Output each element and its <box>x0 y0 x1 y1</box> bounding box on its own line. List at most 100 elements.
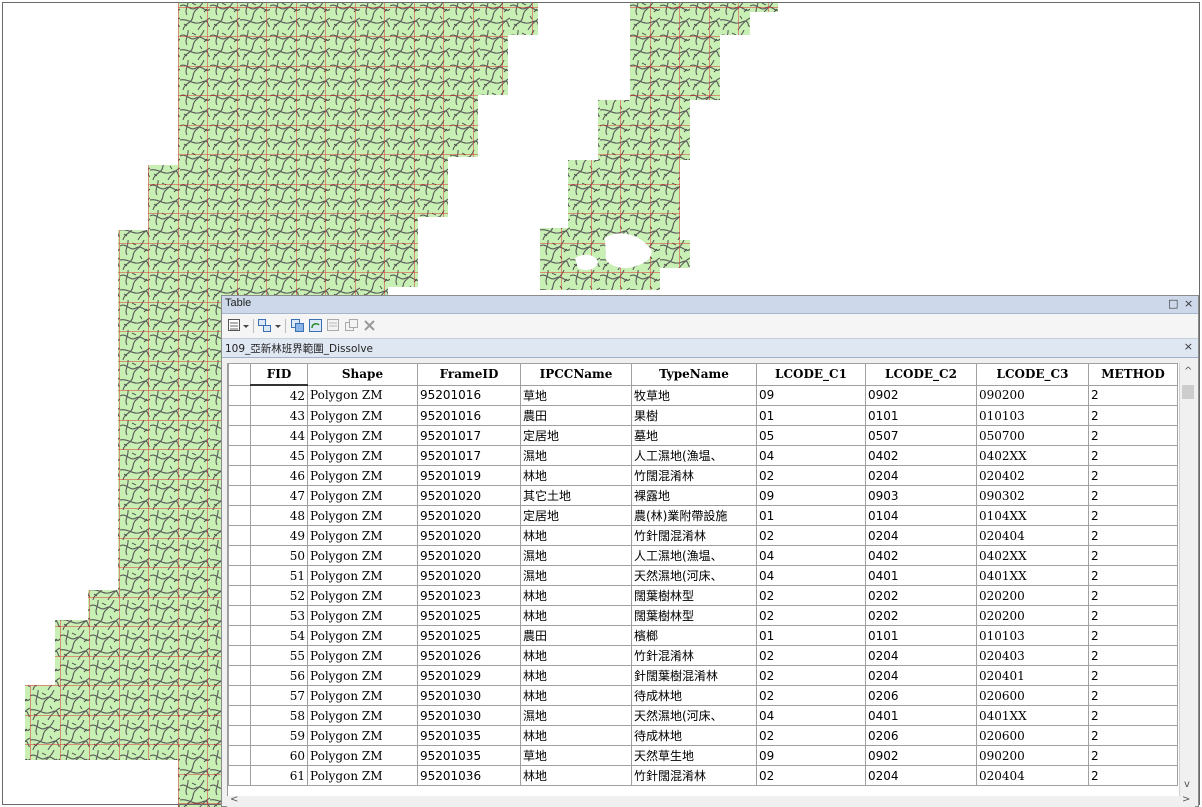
cell-ipccname[interactable]: 林地 <box>520 605 632 626</box>
cell-frameid[interactable]: 95201020 <box>417 525 521 546</box>
cell-method[interactable]: 2 <box>1088 465 1178 486</box>
cell-typename[interactable]: 天然濕地(河床、 <box>631 705 757 726</box>
table-row[interactable]: 57 Polygon ZM 95201030 林地 待成林地 02 0206 020600 2 <box>228 685 1178 706</box>
cell-lcode-c3[interactable]: 020600 <box>976 725 1089 746</box>
cell-lcode-c2[interactable]: 0903 <box>865 485 977 506</box>
cell-lcode-c1[interactable]: 02 <box>756 605 866 626</box>
cell-shape[interactable]: Polygon ZM <box>307 725 418 746</box>
table-row[interactable]: 49 Polygon ZM 95201020 林地 竹針闊混淆林 02 0204 020404… <box>228 525 1178 546</box>
row-selector[interactable] <box>228 405 251 426</box>
cell-lcode-c1[interactable]: 09 <box>756 384 866 406</box>
cell-lcode-c2[interactable]: 0204 <box>865 525 977 546</box>
cell-fid[interactable]: 51 <box>250 565 308 586</box>
row-selector[interactable] <box>228 525 251 546</box>
cell-shape[interactable]: Polygon ZM <box>307 605 418 626</box>
cell-lcode-c2[interactable]: 0204 <box>865 645 977 666</box>
table-row[interactable]: 58 Polygon ZM 95201030 濕地 天然濕地(河床、 04 0401 0401… <box>228 705 1178 726</box>
cell-fid[interactable]: 57 <box>250 685 308 706</box>
cell-method[interactable]: 2 <box>1088 585 1178 606</box>
row-selector[interactable] <box>228 685 251 706</box>
row-selector[interactable] <box>228 745 251 766</box>
cell-lcode-c2[interactable]: 0507 <box>865 425 977 446</box>
cell-frameid[interactable]: 95201019 <box>417 465 521 486</box>
cell-frameid[interactable]: 95201017 <box>417 445 521 466</box>
cell-lcode-c3[interactable]: 020600 <box>976 685 1089 706</box>
cell-ipccname[interactable]: 林地 <box>520 645 632 666</box>
cell-lcode-c2[interactable]: 0101 <box>865 405 977 426</box>
cell-method[interactable]: 2 <box>1088 485 1178 506</box>
cell-shape[interactable]: Polygon ZM <box>307 525 418 546</box>
cell-fid[interactable]: 44 <box>250 425 308 446</box>
cell-frameid[interactable]: 95201025 <box>417 605 521 626</box>
cell-method[interactable]: 2 <box>1088 405 1178 426</box>
table-row[interactable]: 53 Polygon ZM 95201025 林地 闊葉樹林型 02 0202 020200 2 <box>228 605 1178 626</box>
cell-lcode-c3[interactable]: 020200 <box>976 605 1089 626</box>
cell-shape[interactable]: Polygon ZM <box>307 645 418 666</box>
cell-lcode-c2[interactable]: 0402 <box>865 545 977 566</box>
cell-lcode-c3[interactable]: 090200 <box>976 745 1089 766</box>
cell-frameid[interactable]: 95201020 <box>417 565 521 586</box>
cell-lcode-c3[interactable]: 0401XX <box>976 565 1089 586</box>
related-tables-icon[interactable] <box>258 319 282 333</box>
cell-shape[interactable]: Polygon ZM <box>307 565 418 586</box>
column-header-method[interactable]: METHOD <box>1088 363 1178 386</box>
cell-fid[interactable]: 61 <box>250 765 308 786</box>
cell-lcode-c3[interactable]: 020401 <box>976 665 1089 686</box>
cell-lcode-c2[interactable]: 0202 <box>865 585 977 606</box>
cell-ipccname[interactable]: 濕地 <box>520 545 632 566</box>
row-selector[interactable] <box>228 765 251 786</box>
cell-fid[interactable]: 56 <box>250 665 308 686</box>
row-selector-header[interactable] <box>228 363 251 386</box>
table-options-icon[interactable] <box>228 319 250 333</box>
cell-ipccname[interactable]: 濕地 <box>520 565 632 586</box>
cell-typename[interactable]: 人工濕地(漁塭、 <box>631 545 757 566</box>
cell-fid[interactable]: 49 <box>250 525 308 546</box>
row-selector[interactable] <box>228 445 251 466</box>
cell-ipccname[interactable]: 濕地 <box>520 445 632 466</box>
cell-lcode-c1[interactable]: 01 <box>756 625 866 646</box>
cell-lcode-c1[interactable]: 04 <box>756 705 866 726</box>
table-row[interactable]: 45 Polygon ZM 95201017 濕地 人工濕地(漁塭、 04 0402 0402… <box>228 445 1178 466</box>
cell-method[interactable]: 2 <box>1088 545 1178 566</box>
cell-method[interactable]: 2 <box>1088 525 1178 546</box>
cell-frameid[interactable]: 95201035 <box>417 725 521 746</box>
delete-selected-icon[interactable] <box>363 319 377 333</box>
cell-frameid[interactable]: 95201017 <box>417 425 521 446</box>
cell-frameid[interactable]: 95201025 <box>417 625 521 646</box>
cell-method[interactable]: 2 <box>1088 445 1178 466</box>
cell-lcode-c2[interactable]: 0402 <box>865 445 977 466</box>
cell-lcode-c1[interactable]: 02 <box>756 525 866 546</box>
cell-lcode-c1[interactable]: 02 <box>756 725 866 746</box>
cell-typename[interactable]: 墓地 <box>631 425 757 446</box>
cell-lcode-c1[interactable]: 02 <box>756 665 866 686</box>
row-selector[interactable] <box>228 625 251 646</box>
cell-fid[interactable]: 47 <box>250 485 308 506</box>
cell-lcode-c1[interactable]: 01 <box>756 505 866 526</box>
row-selector[interactable] <box>228 565 251 586</box>
table-row[interactable]: 47 Polygon ZM 95201020 其它土地 裸露地 09 0903 090302 2 <box>228 485 1178 506</box>
cell-lcode-c2[interactable]: 0104 <box>865 505 977 526</box>
cell-fid[interactable]: 50 <box>250 545 308 566</box>
cell-lcode-c3[interactable]: 020404 <box>976 525 1089 546</box>
horizontal-scrollbar[interactable]: < > <box>227 794 1195 807</box>
cell-lcode-c1[interactable]: 02 <box>756 585 866 606</box>
cell-fid[interactable]: 45 <box>250 445 308 466</box>
cell-shape[interactable]: Polygon ZM <box>307 585 418 606</box>
cell-fid[interactable]: 43 <box>250 405 308 426</box>
cell-lcode-c2[interactable]: 0902 <box>865 745 977 766</box>
cell-shape[interactable]: Polygon ZM <box>307 445 418 466</box>
cell-method[interactable]: 2 <box>1088 565 1178 586</box>
cell-ipccname[interactable]: 林地 <box>520 765 632 786</box>
cell-shape[interactable]: Polygon ZM <box>307 765 418 786</box>
cell-frameid[interactable]: 95201023 <box>417 585 521 606</box>
cell-ipccname[interactable]: 定居地 <box>520 425 632 446</box>
cell-frameid[interactable]: 95201035 <box>417 745 521 766</box>
cell-fid[interactable]: 53 <box>250 605 308 626</box>
cell-ipccname[interactable]: 草地 <box>520 745 632 766</box>
cell-lcode-c1[interactable]: 04 <box>756 545 866 566</box>
cell-lcode-c2[interactable]: 0204 <box>865 765 977 786</box>
cell-ipccname[interactable]: 農田 <box>520 625 632 646</box>
cell-shape[interactable]: Polygon ZM <box>307 425 418 446</box>
scroll-down-arrow-icon[interactable]: v <box>1184 779 1190 790</box>
cell-typename[interactable]: 天然草生地 <box>631 745 757 766</box>
